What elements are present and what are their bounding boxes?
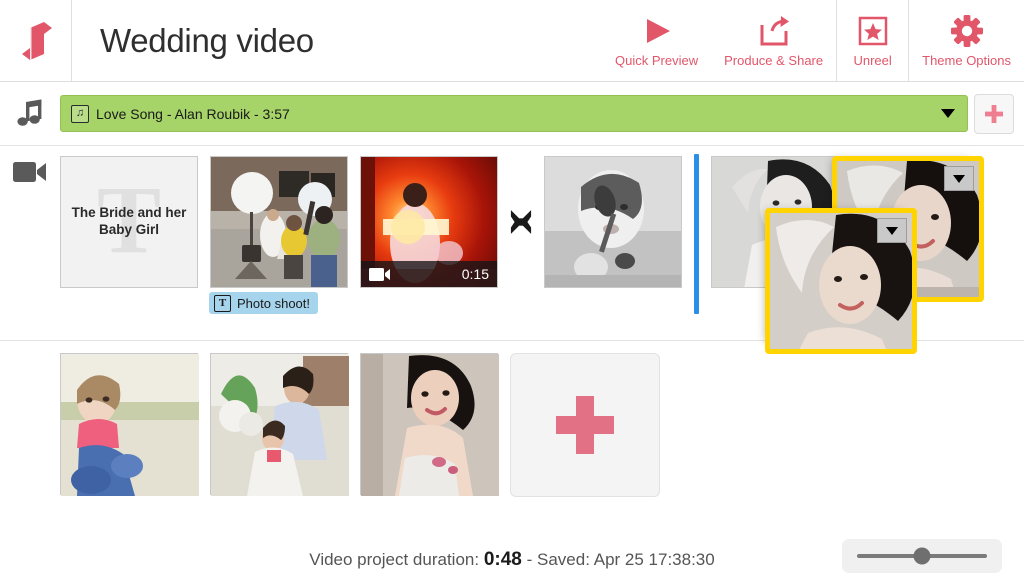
- theme-options-button[interactable]: Theme Options: [908, 0, 1024, 82]
- produce-share-button[interactable]: Produce & Share: [711, 0, 836, 82]
- title-card-thumbnail: T The Bride and her Baby Girl: [60, 156, 198, 288]
- title-card-text: The Bride and her Baby Girl: [71, 205, 187, 237]
- add-media-button[interactable]: [510, 353, 660, 497]
- clip-duration-bar: 0:15: [361, 261, 497, 287]
- storyboard-clip-selected-front[interactable]: [765, 208, 917, 354]
- clip-menu-button[interactable]: [944, 166, 974, 191]
- music-note-small-icon: ♫: [71, 104, 89, 123]
- clip-caption-text: Photo shoot!: [237, 295, 310, 311]
- gear-icon: [950, 12, 984, 50]
- storyboard-clip-title-card[interactable]: T The Bride and her Baby Girl: [60, 156, 198, 288]
- music-note-icon: [0, 98, 60, 130]
- clip-thumbnail: [765, 208, 917, 354]
- duration-value: 0:48: [483, 549, 522, 570]
- caret-down-icon: [953, 174, 965, 183]
- media-tray-item[interactable]: [210, 353, 349, 496]
- text-title-icon: T: [214, 294, 231, 312]
- transition-marker[interactable]: [510, 156, 532, 288]
- app-logo[interactable]: [0, 0, 72, 82]
- storyboard-clip-photo[interactable]: [544, 156, 682, 288]
- storyboard-strip: T The Bride and her Baby Girl T Photo sh…: [60, 146, 1024, 354]
- play-icon: [640, 12, 674, 50]
- app-header: Wedding video Quick Preview Produce & Sh…: [0, 0, 1024, 82]
- status-separator: -: [526, 550, 533, 569]
- music-track-row: ♫ Love Song - Alan Roubik - 3:57: [0, 82, 1024, 146]
- media-tray-item[interactable]: [360, 353, 499, 496]
- media-tray-item[interactable]: [60, 353, 199, 496]
- slider-knob[interactable]: [913, 547, 931, 565]
- clip-menu-button[interactable]: [877, 218, 907, 243]
- storyboard-clip-photo-shoot[interactable]: T Photo shoot!: [209, 156, 348, 314]
- plus-icon: [985, 104, 1003, 123]
- storyboard-timeline: T The Bride and her Baby Girl T Photo sh…: [0, 146, 1024, 354]
- star-box-icon: [857, 12, 889, 50]
- header-toolbar: Quick Preview Produce & Share Unreel The…: [602, 0, 1024, 82]
- film-ribbon-logo-icon: [21, 21, 52, 60]
- duration-label: Video project duration:: [309, 550, 480, 569]
- quick-preview-button[interactable]: Quick Preview: [602, 0, 711, 82]
- project-status-text: Video project duration: 0:48 - Saved: Ap…: [309, 549, 714, 571]
- unreel-button[interactable]: Unreel: [836, 0, 908, 82]
- page-title: Wedding video: [100, 21, 314, 59]
- clip-duration-text: 0:15: [461, 266, 489, 282]
- music-track-bar[interactable]: ♫ Love Song - Alan Roubik - 3:57: [60, 95, 968, 132]
- saved-label: Saved:: [537, 550, 590, 569]
- child-photo-art: [545, 157, 681, 287]
- clip-thumbnail: [210, 156, 348, 288]
- clip-thumbnail: [544, 156, 682, 288]
- video-camera-icon: [369, 267, 390, 281]
- clip-caption-chip[interactable]: T Photo shoot!: [209, 292, 318, 314]
- media-tray-items: [60, 353, 1024, 497]
- caret-down-icon[interactable]: [941, 109, 955, 118]
- saved-value: Apr 25 17:38:30: [593, 550, 715, 569]
- add-music-button[interactable]: [974, 93, 1014, 134]
- caret-down-icon: [886, 226, 898, 235]
- slider-track[interactable]: [857, 547, 987, 565]
- bowtie-transition-icon: [510, 210, 532, 234]
- girl-beach-photo-art: [61, 354, 199, 496]
- bride-and-girl-photo-art: [211, 354, 349, 496]
- thumbnail-size-slider[interactable]: [842, 539, 1002, 573]
- clip-thumbnail: 0:15: [360, 156, 498, 288]
- photo-shoot-art: [211, 157, 347, 287]
- media-tray: [0, 341, 1024, 501]
- drag-drop-insertion-marker: [694, 154, 699, 314]
- music-track-label: Love Song - Alan Roubik - 3:57: [96, 105, 290, 122]
- bride-portrait-photo-art: [361, 354, 499, 496]
- share-export-icon: [757, 12, 791, 50]
- plus-icon: [556, 396, 614, 454]
- video-camera-icon: [0, 146, 60, 355]
- storyboard-clip-video[interactable]: 0:15: [360, 156, 498, 288]
- status-bar: Video project duration: 0:48 - Saved: Ap…: [0, 532, 1024, 588]
